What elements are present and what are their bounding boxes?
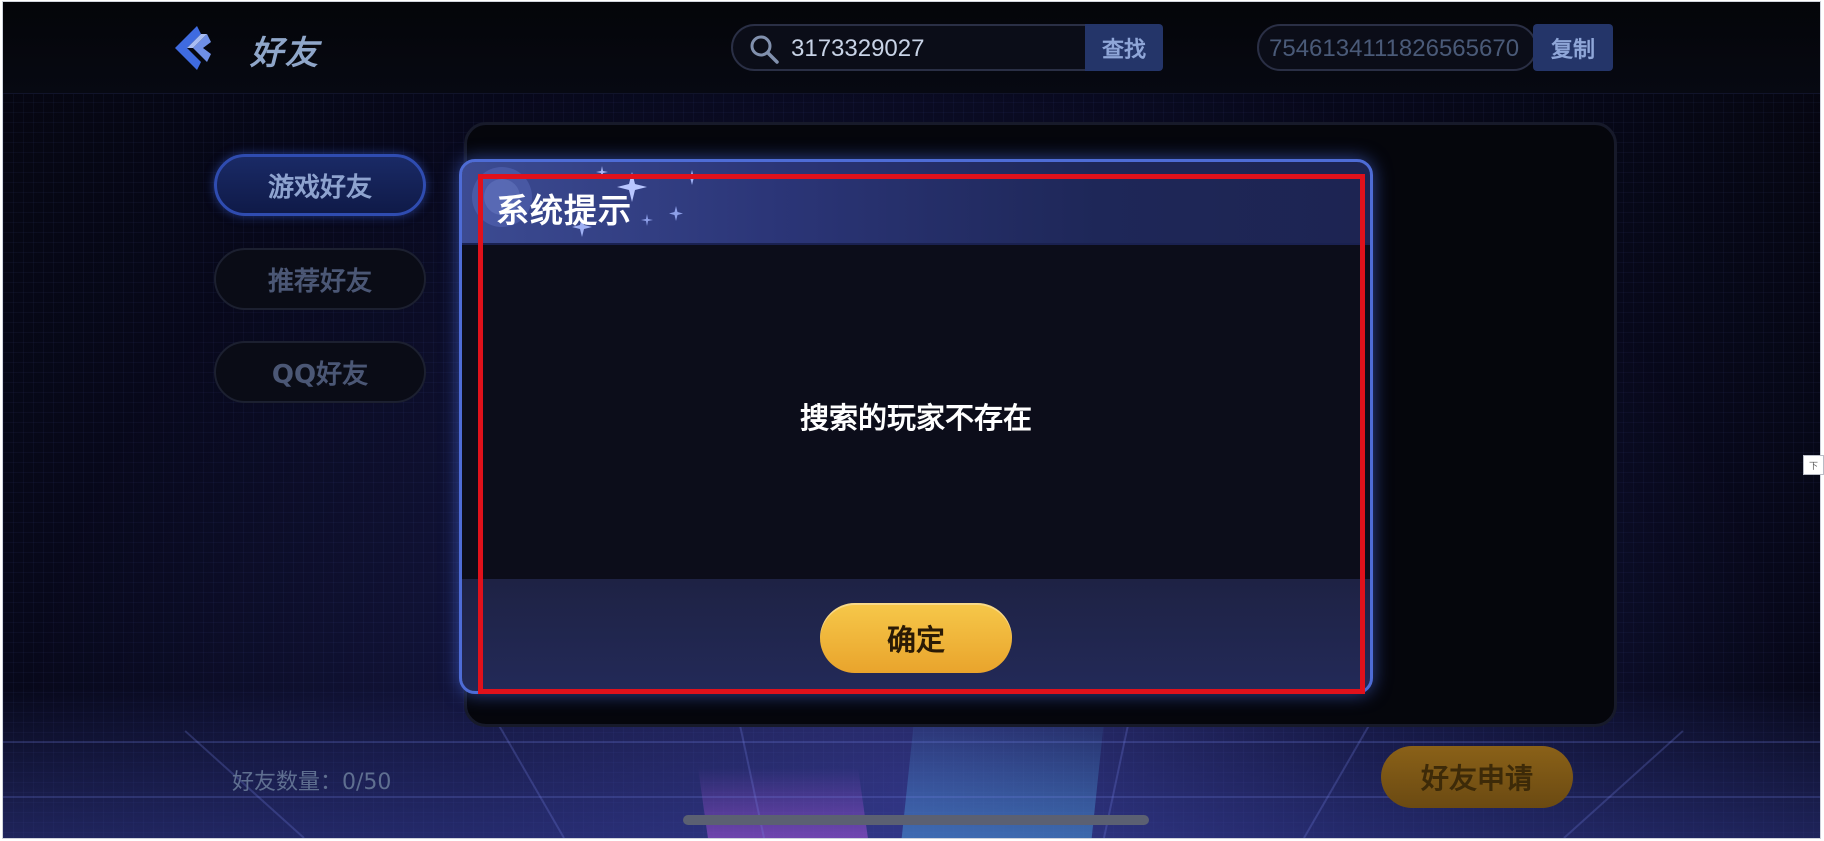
- friend-count-label: 好友数量：: [232, 770, 343, 795]
- friend-request-button[interactable]: 好友申请: [1381, 746, 1573, 808]
- dialog-header: 系统提示: [462, 162, 1370, 245]
- floor-line: [3, 741, 1820, 743]
- page-title: 好友: [250, 33, 320, 72]
- friend-count-value: 0/50: [342, 770, 392, 795]
- dialog-body: 搜索的玩家不存在: [462, 245, 1370, 579]
- dialog-footer: 确定: [462, 579, 1370, 691]
- player-id-text: 7546134111826565670: [1269, 35, 1520, 62]
- top-bar: 好友 查找 7546134111826565670 复制: [3, 2, 1820, 94]
- tab-recommended-friends[interactable]: 推荐好友: [214, 248, 426, 310]
- system-alert-dialog: 系统提示 搜索的玩家不存在 确定: [459, 159, 1373, 694]
- floor-line: [1563, 730, 1684, 838]
- search-icon: [750, 35, 779, 64]
- dialog-title: 系统提示: [496, 191, 632, 230]
- home-indicator[interactable]: [683, 815, 1149, 825]
- back-arrow-icon: [175, 26, 211, 70]
- player-id-box: 7546134111826565670: [1257, 24, 1537, 71]
- side-marker: 下: [1803, 455, 1824, 475]
- search-button[interactable]: 查找: [1085, 24, 1163, 71]
- back-button[interactable]: [171, 24, 219, 72]
- confirm-button[interactable]: 确定: [820, 603, 1012, 673]
- tab-game-friends[interactable]: 游戏好友: [214, 154, 426, 216]
- search-input[interactable]: [791, 32, 1091, 66]
- game-screen: 好友 查找 7546134111826565670 复制 游戏好友 推荐好友 Q…: [2, 1, 1821, 839]
- floor-glow-purple: [698, 768, 868, 838]
- tab-qq-friends[interactable]: QQ好友: [214, 341, 426, 403]
- copy-id-button[interactable]: 复制: [1533, 24, 1613, 71]
- friend-count: 好友数量：0/50: [232, 764, 391, 796]
- dialog-message: 搜索的玩家不存在: [799, 401, 1032, 435]
